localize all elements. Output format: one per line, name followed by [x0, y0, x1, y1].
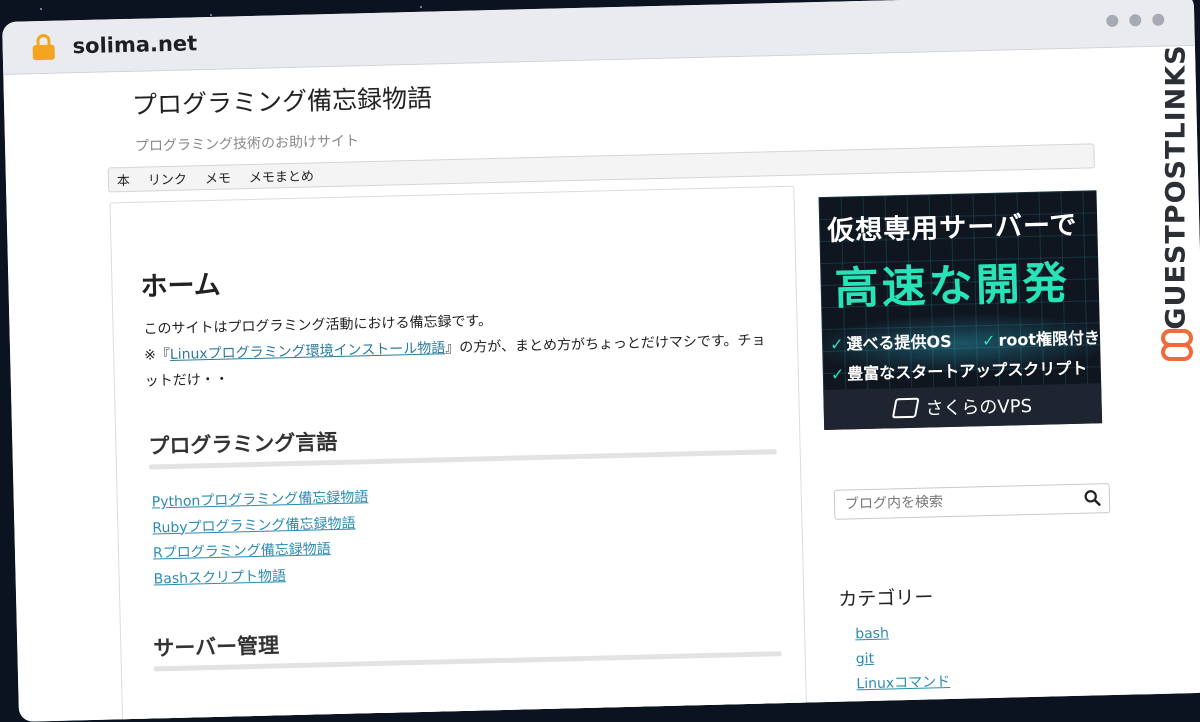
vps-ad-banner[interactable]: 仮想専用サーバーで 高速な開発 ✓ 選べる提供OS ✓ root権限付き ✓ 豊富なス… [818, 190, 1103, 431]
lock-icon [32, 33, 55, 61]
intro-prefix: ※『 [143, 346, 171, 364]
ad-feature: ✓ root権限付き [981, 328, 1101, 351]
intro-text: このサイトはプログラミング活動における備忘録です。 ※『Linuxプログラミング… [143, 301, 775, 394]
list-item: Bashスクリプト物語 [153, 562, 370, 593]
sakura-logo-icon [891, 397, 920, 419]
category-link-bash[interactable]: bash [855, 626, 889, 643]
ad-feature: ✓ 選べる提供OS [829, 331, 952, 354]
check-icon: ✓ [829, 334, 844, 354]
list-item: bash [855, 620, 949, 647]
section-title-languages: プログラミング言語 [148, 429, 338, 459]
web-page: プログラミング備忘録物語 プログラミング技術のお助けサイト 本 リンク メモ メ… [3, 45, 1200, 722]
search-icon[interactable] [1084, 489, 1101, 506]
category-list: bash git Linuxコマンド [855, 620, 951, 697]
search-box [833, 483, 1111, 520]
window-dot-icon[interactable] [1152, 13, 1165, 26]
ruby-link[interactable]: Rubyプログラミング備忘録物語 [152, 515, 355, 536]
python-link[interactable]: Pythonプログラミング備忘録物語 [152, 489, 369, 510]
chain-link-icon [1161, 329, 1193, 361]
check-icon: ✓ [830, 364, 845, 384]
browser-window: solima.net プログラミング備忘録物語 プログラミング技術のお助けサイト… [2, 0, 1200, 722]
bash-link[interactable]: Bashスクリプト物語 [153, 568, 286, 587]
guestpostlinks-watermark: GUESTPOSTLINKS [1154, 44, 1198, 362]
site-subtitle: プログラミング技術のお助けサイト [134, 133, 360, 155]
nav-item-memo-summary[interactable]: メモまとめ [249, 165, 314, 186]
category-link-git[interactable]: git [856, 651, 875, 667]
list-item: Linuxコマンド [856, 670, 950, 697]
list-item: Rubyプログラミング備忘録物語 [152, 511, 369, 542]
ad-subheadline: 高速な開発 [834, 257, 1071, 315]
main-content: ホーム このサイトはプログラミング活動における備忘録です。 ※『Linuxプログ… [109, 185, 808, 722]
page-title: ホーム [140, 269, 222, 303]
list-item: git [856, 645, 950, 672]
site-title[interactable]: プログラミング備忘録物語 [132, 79, 433, 122]
search-input[interactable] [834, 484, 1086, 519]
watermark-text: GUESTPOSTLINKS [1160, 44, 1192, 330]
nav-item-links[interactable]: リンク [148, 169, 187, 189]
ad-headline: 仮想専用サーバーで [826, 209, 1078, 247]
r-link[interactable]: Rプログラミング備忘録物語 [153, 541, 331, 561]
window-dot-icon[interactable] [1129, 14, 1142, 27]
linux-install-link[interactable]: Linuxプログラミング環境インストール物語 [170, 340, 446, 363]
url-domain[interactable]: solima.net [72, 31, 197, 58]
window-dot-icon[interactable] [1106, 14, 1119, 28]
categories-heading: カテゴリー [838, 586, 934, 611]
nav-item-books[interactable]: 本 [117, 170, 130, 189]
nav-item-memo[interactable]: メモ [205, 167, 231, 187]
category-link-linux-commands[interactable]: Linuxコマンド [856, 674, 950, 692]
section-title-server: サーバー管理 [153, 633, 280, 661]
language-link-list: Pythonプログラミング備忘録物語 Rubyプログラミング備忘録物語 Rプログ… [151, 485, 370, 592]
ad-brand: さくらのVPS [925, 395, 1033, 420]
check-icon: ✓ [981, 330, 996, 351]
ad-brand-bar: さくらのVPS [823, 383, 1103, 431]
window-controls [1106, 13, 1165, 28]
intro-line: このサイトはプログラミング活動における備忘録です。 [143, 313, 493, 338]
